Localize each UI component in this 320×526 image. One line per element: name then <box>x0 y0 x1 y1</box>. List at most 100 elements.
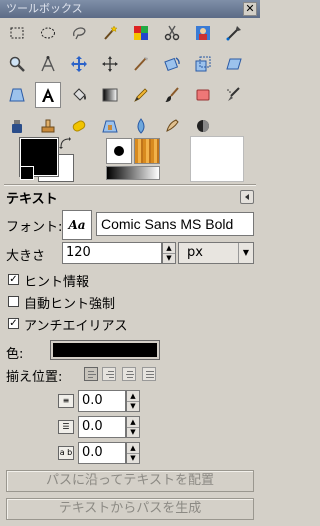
tool-scissors-select[interactable] <box>159 20 185 46</box>
tool-paintbrush[interactable] <box>159 82 185 108</box>
font-preview-text: Aa <box>68 218 86 232</box>
options-menu-button[interactable] <box>240 190 254 204</box>
ink-icon <box>12 120 22 133</box>
shear-icon <box>226 58 242 70</box>
tool-pencil[interactable] <box>128 82 154 108</box>
tool-foreground-select[interactable] <box>190 20 216 46</box>
paintbrush-icon <box>165 87 179 102</box>
line-spacing-field[interactable]: 0.0 <box>78 416 126 438</box>
path-from-text-button[interactable]: テキストからパスを生成 <box>6 498 254 520</box>
pattern-indicator[interactable] <box>134 138 160 164</box>
free-select-icon <box>73 27 86 40</box>
check-icon: ✓ <box>9 274 18 285</box>
autohint-checkbox[interactable] <box>8 296 19 307</box>
brush-shape-icon <box>114 146 124 156</box>
default-colors-icon[interactable] <box>20 166 34 180</box>
indent-value: 0.0 <box>82 393 103 408</box>
chevron-down-icon: ▼ <box>238 243 253 263</box>
text-icon <box>42 88 54 102</box>
tool-crop[interactable] <box>128 51 154 77</box>
move-icon <box>71 56 87 72</box>
window-title: ツールボックス <box>6 2 83 15</box>
tool-airbrush[interactable] <box>221 82 247 108</box>
tool-scale[interactable] <box>190 51 216 77</box>
antialias-checkbox[interactable]: ✓ <box>8 318 19 329</box>
tool-ink[interactable] <box>4 113 30 139</box>
line-spacing-down-icon[interactable]: ▼ <box>127 427 139 437</box>
letter-spacing-field[interactable]: 0.0 <box>78 442 126 464</box>
heal-icon <box>72 120 86 132</box>
font-preview-button[interactable]: Aa <box>62 210 92 240</box>
foreground-select-icon <box>196 26 210 40</box>
justify-label: 揃え位置: <box>6 370 63 385</box>
text-color-button[interactable] <box>50 340 160 360</box>
font-value: Comic Sans MS Bold <box>101 216 234 232</box>
size-stepper[interactable]: ▲ ▼ <box>162 242 176 264</box>
tool-fuzzy-select[interactable] <box>97 20 123 46</box>
active-image-indicator[interactable] <box>190 136 244 182</box>
justify-right-button[interactable] <box>102 367 116 381</box>
unit-select[interactable]: px ▼ <box>178 242 254 264</box>
line-spacing-stepper[interactable]: ▲ ▼ <box>126 416 140 438</box>
gradient-indicator[interactable] <box>106 166 160 180</box>
justify-left-button[interactable] <box>84 367 98 381</box>
tool-blend[interactable] <box>97 82 123 108</box>
tool-perspective[interactable] <box>4 82 30 108</box>
close-button[interactable]: ✕ <box>243 2 257 16</box>
justify-center-button[interactable] <box>122 367 136 381</box>
tool-smudge[interactable] <box>159 113 185 139</box>
bucket-fill-icon <box>73 88 86 101</box>
dodge-burn-icon <box>197 120 209 132</box>
text-along-path-button[interactable]: パスに沿ってテキストを配置 <box>6 470 254 492</box>
color-select-icon <box>134 26 148 40</box>
tool-ellipse-select[interactable] <box>35 20 61 46</box>
hinting-label: ヒント情報 <box>24 275 90 290</box>
color-label: 色: <box>6 347 24 362</box>
letter-spacing-down-icon[interactable]: ▼ <box>127 453 139 463</box>
line-spacing-icon: ☰ <box>58 420 74 434</box>
tool-paths[interactable] <box>221 20 247 46</box>
tool-rotate[interactable] <box>159 51 185 77</box>
ellipse-select-icon <box>41 27 55 39</box>
justify-fill-button[interactable] <box>142 367 156 381</box>
tool-move[interactable] <box>66 51 92 77</box>
airbrush-icon <box>227 87 240 101</box>
tool-rect-select[interactable] <box>4 20 30 46</box>
hinting-checkbox[interactable]: ✓ <box>8 274 19 285</box>
scale-icon <box>195 56 211 72</box>
font-field[interactable]: Comic Sans MS Bold <box>96 212 254 236</box>
menu-arrow-icon <box>245 194 249 200</box>
size-label: 大きさ <box>6 249 46 264</box>
title-bar: ツールボックス ✕ <box>0 0 260 18</box>
size-field[interactable]: 120 <box>62 242 162 264</box>
tool-eraser[interactable] <box>190 82 216 108</box>
tool-measure[interactable] <box>35 51 61 77</box>
crop-icon <box>134 57 148 71</box>
tool-text[interactable] <box>35 82 61 108</box>
brush-indicator[interactable] <box>106 138 132 164</box>
antialias-label: アンチエイリアス <box>24 319 128 334</box>
close-icon: ✕ <box>245 2 255 15</box>
tool-perspective-clone[interactable] <box>97 113 123 139</box>
tool-shear[interactable] <box>221 51 247 77</box>
tool-zoom[interactable] <box>4 51 30 77</box>
unit-value: px <box>187 245 203 260</box>
letter-spacing-stepper[interactable]: ▲ ▼ <box>126 442 140 464</box>
size-down-icon[interactable]: ▼ <box>163 253 175 263</box>
indent-icon: ≡ <box>58 394 74 408</box>
tool-blur[interactable] <box>128 113 154 139</box>
indent-stepper[interactable]: ▲ ▼ <box>126 390 140 412</box>
tool-color-select[interactable] <box>128 20 154 46</box>
indent-field[interactable]: 0.0 <box>78 390 126 412</box>
tool-bucket-fill[interactable] <box>66 82 92 108</box>
pencil-icon <box>134 88 148 102</box>
text-along-path-label: パスに沿ってテキストを配置 <box>46 473 214 488</box>
align-icon <box>102 56 118 72</box>
tool-align[interactable] <box>97 51 123 77</box>
check-icon: ✓ <box>9 318 18 329</box>
indent-down-icon[interactable]: ▼ <box>127 401 139 411</box>
tool-free-select[interactable] <box>66 20 92 46</box>
swap-colors-icon[interactable] <box>58 136 72 150</box>
perspective-clone-icon <box>102 120 118 133</box>
letter-spacing-icon: a b <box>58 446 74 460</box>
